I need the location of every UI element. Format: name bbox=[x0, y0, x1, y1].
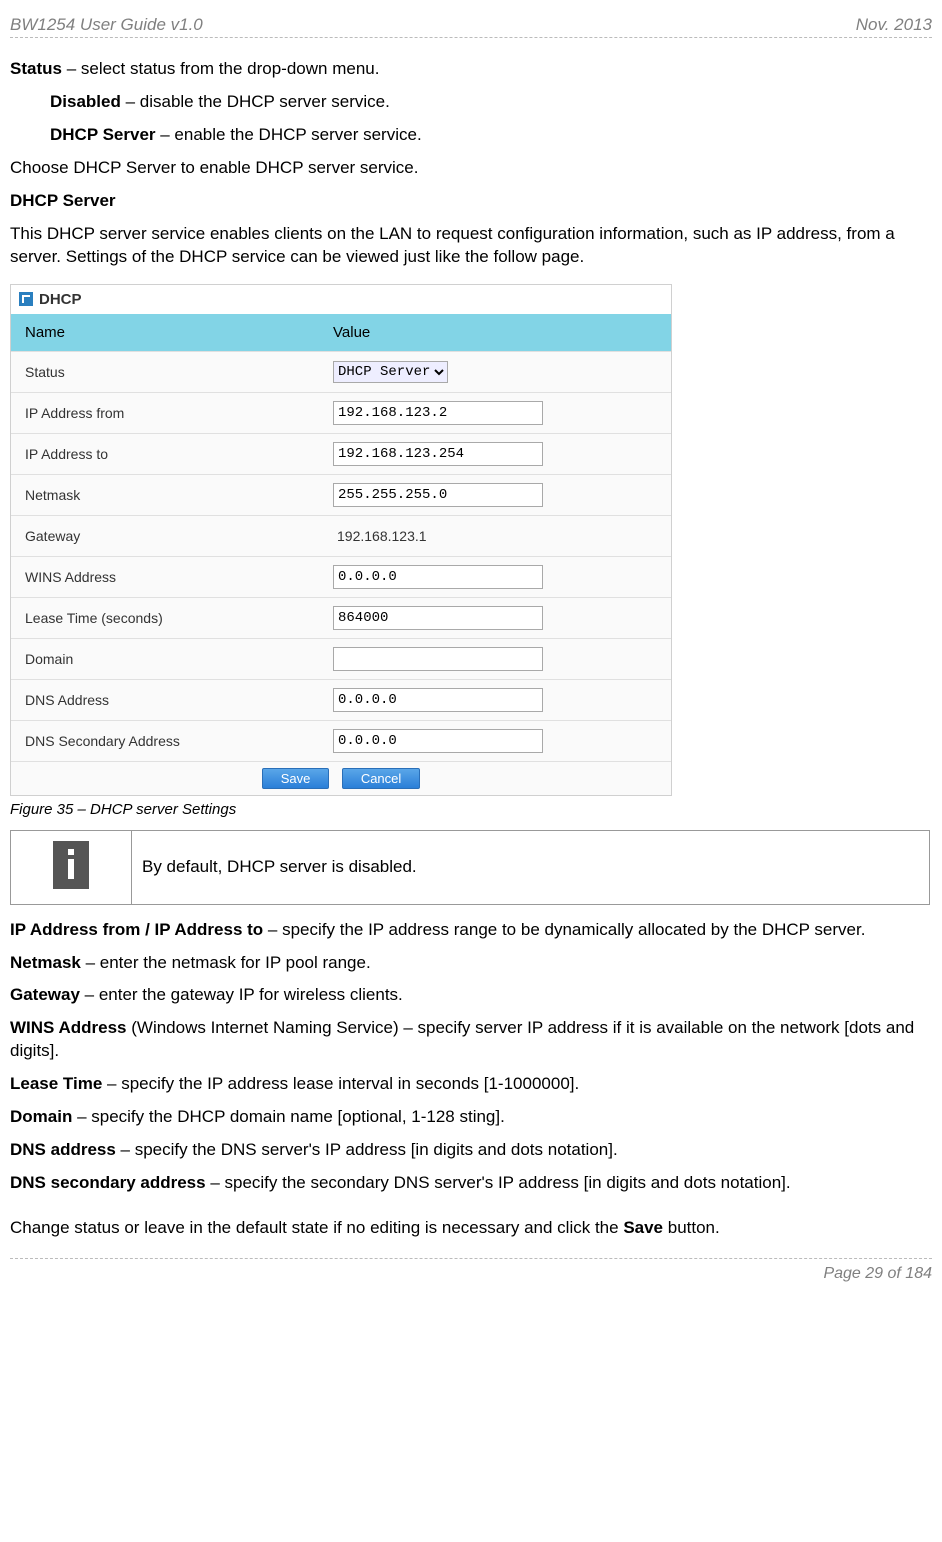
closing-post: button. bbox=[663, 1218, 720, 1237]
ip-from-input[interactable] bbox=[333, 401, 543, 425]
disabled-line: Disabled – disable the DHCP server servi… bbox=[10, 91, 932, 114]
row-lease: Lease Time (seconds) bbox=[11, 597, 671, 638]
def-ip-range-b: IP Address from / IP Address to bbox=[10, 920, 263, 939]
def-domain: Domain – specify the DHCP domain name [o… bbox=[10, 1106, 932, 1129]
def-lease: Lease Time – specify the IP address leas… bbox=[10, 1073, 932, 1096]
page-footer: Page 29 of 184 bbox=[10, 1258, 932, 1297]
def-netmask: Netmask – enter the netmask for IP pool … bbox=[10, 952, 932, 975]
doc-title: BW1254 User Guide v1.0 bbox=[10, 15, 203, 35]
def-dns2: DNS secondary address – specify the seco… bbox=[10, 1172, 932, 1195]
col-name: Name bbox=[11, 314, 319, 351]
def-dns2-b: DNS secondary address bbox=[10, 1173, 206, 1192]
def-dns2-t: – specify the secondary DNS server's IP … bbox=[206, 1173, 791, 1192]
dhcp-panel-title: DHCP bbox=[11, 285, 671, 314]
def-lease-b: Lease Time bbox=[10, 1074, 102, 1093]
dns2-input[interactable] bbox=[333, 729, 543, 753]
def-netmask-t: – enter the netmask for IP pool range. bbox=[81, 953, 371, 972]
info-icon-cell bbox=[11, 830, 132, 904]
def-domain-t: – specify the DHCP domain name [optional… bbox=[72, 1107, 504, 1126]
dhcp-header-row: Name Value bbox=[11, 314, 671, 351]
doc-date: Nov. 2013 bbox=[856, 15, 932, 35]
dhcp-panel: DHCP Name Value Status DHCP Server IP Ad… bbox=[10, 284, 672, 796]
label-dns: DNS Address bbox=[11, 684, 319, 716]
def-gateway-b: Gateway bbox=[10, 985, 80, 1004]
closing-pre: Change status or leave in the default st… bbox=[10, 1218, 623, 1237]
section-heading: DHCP Server bbox=[10, 190, 932, 213]
dns-input[interactable] bbox=[333, 688, 543, 712]
label-domain: Domain bbox=[11, 643, 319, 675]
figure-caption: Figure 35 – DHCP server Settings bbox=[10, 801, 932, 818]
status-label: Status bbox=[10, 59, 62, 78]
label-status: Status bbox=[11, 356, 319, 388]
def-wins: WINS Address (Windows Internet Naming Se… bbox=[10, 1017, 932, 1063]
def-gateway: Gateway – enter the gateway IP for wirel… bbox=[10, 984, 932, 1007]
closing-save: Save bbox=[623, 1218, 663, 1237]
def-wins-t: (Windows Internet Naming Service) – spec… bbox=[10, 1018, 914, 1060]
row-ip-to: IP Address to bbox=[11, 433, 671, 474]
row-netmask: Netmask bbox=[11, 474, 671, 515]
button-row: Save Cancel bbox=[11, 761, 671, 795]
status-select[interactable]: DHCP Server bbox=[333, 361, 448, 383]
row-ip-from: IP Address from bbox=[11, 392, 671, 433]
status-line: Status – select status from the drop-dow… bbox=[10, 58, 932, 81]
info-icon bbox=[53, 841, 89, 889]
intro-paragraph: This DHCP server service enables clients… bbox=[10, 223, 932, 269]
label-wins: WINS Address bbox=[11, 561, 319, 593]
disabled-label: Disabled bbox=[50, 92, 121, 111]
collapse-icon bbox=[19, 292, 33, 306]
disabled-desc: – disable the DHCP server service. bbox=[121, 92, 390, 111]
dhcp-figure: DHCP Name Value Status DHCP Server IP Ad… bbox=[10, 284, 932, 796]
def-netmask-b: Netmask bbox=[10, 953, 81, 972]
dhcp-server-desc: – enable the DHCP server service. bbox=[156, 125, 422, 144]
status-desc: – select status from the drop-down menu. bbox=[62, 59, 380, 78]
col-value: Value bbox=[319, 314, 671, 351]
netmask-input[interactable] bbox=[333, 483, 543, 507]
cancel-button[interactable]: Cancel bbox=[342, 768, 420, 789]
gateway-value: 192.168.123.1 bbox=[333, 528, 427, 544]
row-dns2: DNS Secondary Address bbox=[11, 720, 671, 761]
info-text: By default, DHCP server is disabled. bbox=[132, 830, 930, 904]
row-gateway: Gateway 192.168.123.1 bbox=[11, 515, 671, 556]
label-gateway: Gateway bbox=[11, 520, 319, 552]
def-dns-t: – specify the DNS server's IP address [i… bbox=[116, 1140, 618, 1159]
wins-input[interactable] bbox=[333, 565, 543, 589]
page-header: BW1254 User Guide v1.0 Nov. 2013 bbox=[10, 15, 932, 38]
dhcp-server-line: DHCP Server – enable the DHCP server ser… bbox=[10, 124, 932, 147]
def-gateway-t: – enter the gateway IP for wireless clie… bbox=[80, 985, 403, 1004]
label-lease: Lease Time (seconds) bbox=[11, 602, 319, 634]
ip-to-input[interactable] bbox=[333, 442, 543, 466]
def-domain-b: Domain bbox=[10, 1107, 72, 1126]
dhcp-title-text: DHCP bbox=[39, 291, 82, 308]
dhcp-server-label: DHCP Server bbox=[50, 125, 156, 144]
def-ip-range-t: – specify the IP address range to be dyn… bbox=[263, 920, 865, 939]
domain-input[interactable] bbox=[333, 647, 543, 671]
label-dns2: DNS Secondary Address bbox=[11, 725, 319, 757]
row-wins: WINS Address bbox=[11, 556, 671, 597]
def-lease-t: – specify the IP address lease interval … bbox=[102, 1074, 579, 1093]
row-status: Status DHCP Server bbox=[11, 351, 671, 392]
label-netmask: Netmask bbox=[11, 479, 319, 511]
label-ip-to: IP Address to bbox=[11, 438, 319, 470]
def-wins-b: WINS Address bbox=[10, 1018, 127, 1037]
save-button[interactable]: Save bbox=[262, 768, 330, 789]
info-box: By default, DHCP server is disabled. bbox=[10, 830, 930, 905]
lease-input[interactable] bbox=[333, 606, 543, 630]
choose-line: Choose DHCP Server to enable DHCP server… bbox=[10, 157, 932, 180]
label-ip-from: IP Address from bbox=[11, 397, 319, 429]
def-ip-range: IP Address from / IP Address to – specif… bbox=[10, 919, 932, 942]
def-dns: DNS address – specify the DNS server's I… bbox=[10, 1139, 932, 1162]
def-dns-b: DNS address bbox=[10, 1140, 116, 1159]
closing-line: Change status or leave in the default st… bbox=[10, 1217, 932, 1240]
row-dns: DNS Address bbox=[11, 679, 671, 720]
row-domain: Domain bbox=[11, 638, 671, 679]
